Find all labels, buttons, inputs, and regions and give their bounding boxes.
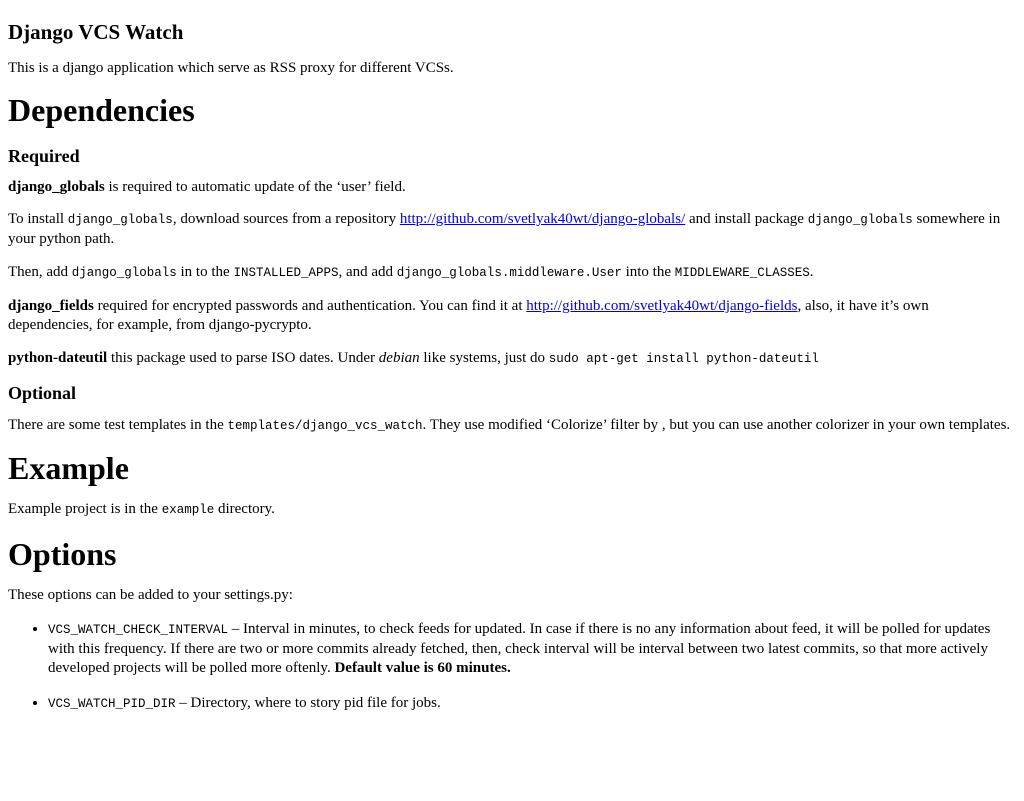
fields-text-1: required for encrypted passwords and aut… — [93, 298, 527, 314]
install-text-3: and install package — [685, 211, 808, 227]
list-item: VCS_WATCH_CHECK_INTERVAL – Interval in m… — [48, 620, 1016, 678]
example-text-1: Example project is in the — [8, 501, 162, 517]
dateutil-install-command: sudo apt-get install python-dateutil — [548, 352, 819, 366]
add-text-2: in to the — [176, 264, 234, 280]
check-interval-default: Default value is 60 minutes. — [334, 660, 511, 676]
add-text-5: . — [809, 264, 814, 280]
add-code-3: django_globals.middleware.User — [396, 266, 622, 280]
pid-dir-text: – Directory, where to story pid file for… — [175, 695, 441, 711]
optional-heading: Optional — [8, 383, 77, 403]
optional-paragraph: There are some test templates in the tem… — [8, 416, 1016, 436]
django-fields-paragraph: django_fields required for encrypted pas… — [8, 297, 1016, 335]
install-code-1: django_globals — [67, 213, 173, 227]
add-code-1: django_globals — [71, 266, 177, 280]
dateutil-text-1: this package used to parse ISO dates. Un… — [107, 350, 379, 366]
pid-dir-option: VCS_WATCH_PID_DIR — [48, 697, 176, 711]
example-dir-code: example — [161, 503, 215, 517]
options-intro: These options can be added to your setti… — [8, 587, 293, 603]
install-text-1: To install — [8, 211, 68, 227]
dependencies-heading: Dependencies — [8, 92, 195, 128]
templates-path-code: templates/django_vcs_watch — [227, 419, 423, 433]
optional-text-2: . They use modified ‘Colorize’ filter by… — [422, 417, 1011, 433]
install-code-2: django_globals — [807, 213, 913, 227]
django-globals-name: django_globals — [8, 179, 105, 195]
required-heading: Required — [8, 146, 80, 166]
add-text-3: , and add — [338, 264, 397, 280]
debian-emphasis: debian — [378, 350, 420, 366]
install-paragraph: To install django_globals, download sour… — [8, 210, 1016, 249]
dateutil-text-2: like systems, just do — [419, 350, 549, 366]
django-globals-text: is required to automatic update of the ‘… — [104, 179, 406, 195]
document: Django VCS Watch This is a django applic… — [0, 0, 1024, 714]
optional-text-1: There are some test templates in the — [8, 417, 228, 433]
django-globals-link[interactable]: http://github.com/svetlyak40wt/django-gl… — [400, 211, 685, 227]
add-paragraph: Then, add django_globals in to the INSTA… — [8, 263, 1016, 283]
list-item: VCS_WATCH_PID_DIR – Directory, where to … — [48, 694, 1016, 714]
python-dateutil-name: python-dateutil — [8, 350, 108, 366]
add-code-4: MIDDLEWARE_CLASSES — [674, 266, 810, 280]
example-text-2: directory. — [214, 501, 275, 517]
example-paragraph: Example project is in the example direct… — [8, 500, 1016, 520]
add-text-1: Then, add — [8, 264, 72, 280]
add-code-2: INSTALLED_APPS — [233, 266, 339, 280]
page-title: Django VCS Watch — [8, 20, 184, 44]
python-dateutil-paragraph: python-dateutil this package used to par… — [8, 349, 1016, 369]
django-globals-paragraph: django_globals is required to automatic … — [8, 178, 1016, 197]
django-fields-link[interactable]: http://github.com/svetlyak40wt/django-fi… — [526, 298, 797, 314]
check-interval-option: VCS_WATCH_CHECK_INTERVAL — [48, 623, 229, 637]
options-list: VCS_WATCH_CHECK_INTERVAL – Interval in m… — [8, 620, 1016, 714]
intro-paragraph: This is a django application which serve… — [8, 60, 454, 76]
example-heading: Example — [8, 450, 129, 486]
add-text-4: into the — [621, 264, 675, 280]
django-fields-name: django_fields — [8, 298, 94, 314]
options-heading: Options — [8, 536, 117, 572]
install-text-2: , download sources from a repository — [172, 211, 400, 227]
